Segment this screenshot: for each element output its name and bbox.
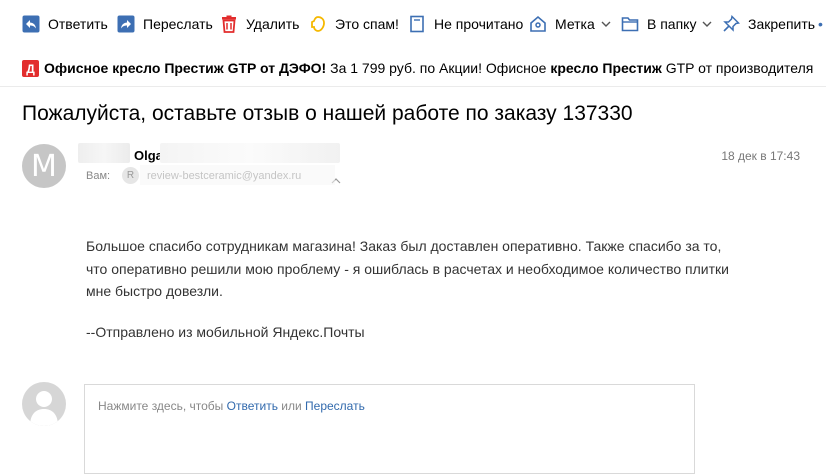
pin-label: Закрепить [748, 16, 816, 32]
chevron-down-icon [601, 19, 611, 29]
label-button[interactable]: Метка [529, 9, 611, 39]
forward-label: Переслать [143, 16, 213, 32]
thumbs-down-icon [309, 15, 327, 33]
ad-text: Офисное кресло Престиж GTP от ДЭФО! За 1… [44, 60, 813, 76]
forward-button[interactable]: Переслать [117, 9, 213, 39]
body-line: что оперативно решили мою проблему - я о… [86, 260, 729, 277]
delete-button[interactable]: Удалить [220, 9, 299, 39]
message-toolbar: Ответить Переслать Удалить Это спам! Не … [0, 0, 826, 48]
body-line: мне быстро довезли. [86, 283, 223, 299]
mark-unread-button[interactable]: Не прочитано [408, 9, 523, 39]
ad-banner[interactable]: Д Офисное кресло Престиж GTP от ДЭФО! За… [0, 56, 826, 82]
message-body: Большое спасибо сотрудникам магазина! За… [86, 235, 786, 303]
reply-link[interactable]: Ответить [227, 399, 278, 413]
ad-title: Офисное кресло Престиж GTP от ДЭФО! [44, 60, 327, 76]
recipient-avatar: R [122, 167, 139, 184]
folder-icon [621, 15, 639, 33]
spam-button[interactable]: Это спам! [309, 9, 399, 39]
reply-hint-or: или [277, 399, 306, 413]
reply-icon [22, 15, 40, 33]
message-signature: --Отправлено из мобильной Яндекс.Почты [86, 324, 365, 340]
forward-icon [117, 15, 135, 33]
spam-label: Это спам! [335, 16, 399, 32]
unread-label: Не прочитано [434, 16, 524, 32]
folder-label: В папку [647, 16, 697, 32]
ad-text-bold: кресло Престиж [550, 60, 662, 76]
reply-label: Ответить [48, 16, 108, 32]
reply-button[interactable]: Ответить [22, 9, 108, 39]
unread-mail-icon [408, 15, 426, 33]
delete-label: Удалить [246, 16, 300, 32]
sender-avatar[interactable]: M [22, 144, 66, 188]
ad-badge-icon: Д [22, 60, 39, 77]
reply-hint-prefix: Нажмите здесь, чтобы [98, 399, 227, 413]
tag-icon [529, 15, 547, 33]
sender-name[interactable]: Olga [134, 148, 163, 163]
chevron-down-icon [702, 19, 712, 29]
recipient-email[interactable]: review-bestceramic@yandex.ru [147, 170, 301, 182]
label-label: Метка [555, 16, 595, 32]
more-dots-icon: • [818, 16, 823, 32]
ad-text-part1: За 1 799 руб. по Акции! Офисное [326, 60, 551, 76]
redacted-sender-email [160, 143, 340, 163]
reply-hint: Нажмите здесь, чтобы Ответить или Пересл… [98, 399, 365, 413]
more-actions-button[interactable]: • [818, 9, 826, 39]
message-date: 18 дек в 17:43 [721, 149, 800, 163]
trash-icon [220, 15, 238, 33]
user-silhouette-icon [30, 391, 58, 426]
body-line: Большое спасибо сотрудникам магазина! За… [86, 238, 722, 254]
pin-button[interactable]: Закрепить [722, 9, 815, 39]
message-subject: Пожалуйста, оставьте отзыв о нашей работ… [22, 102, 633, 125]
chevron-up-icon[interactable] [331, 172, 341, 190]
divider [0, 86, 826, 87]
redacted-sender-surname [78, 143, 130, 163]
forward-link[interactable]: Переслать [305, 399, 365, 413]
move-to-folder-button[interactable]: В папку [621, 9, 712, 39]
quick-reply-box[interactable]: Нажмите здесь, чтобы Ответить или Пересл… [84, 384, 695, 474]
pin-icon [722, 15, 740, 33]
recipient-label: Вам: [86, 170, 111, 182]
user-avatar [22, 382, 66, 426]
ad-text-part2: GTP от производителя [661, 60, 814, 76]
